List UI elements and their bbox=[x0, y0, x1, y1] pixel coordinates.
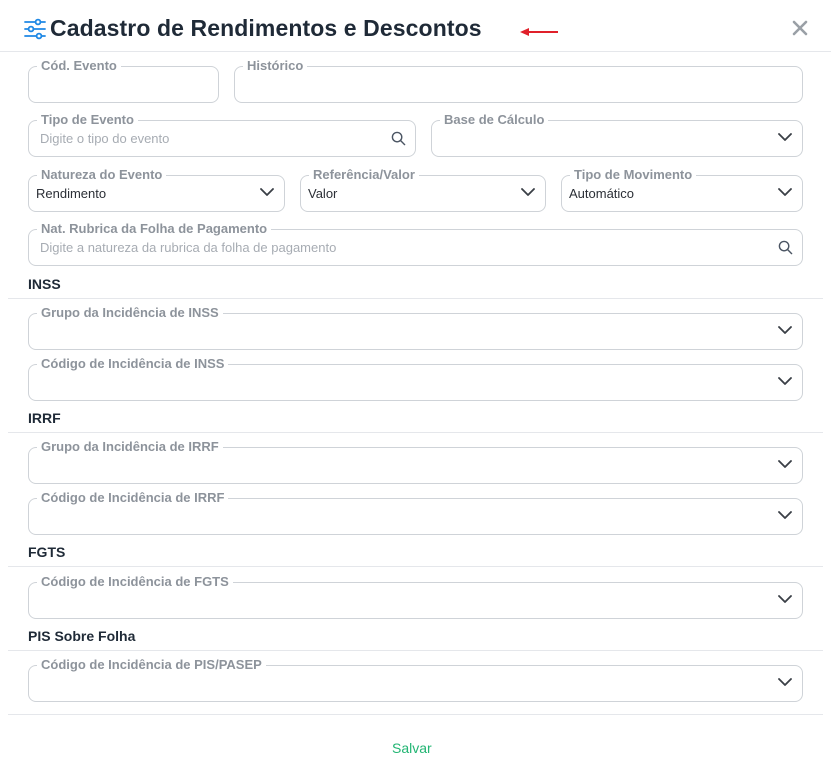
dialog-title: Cadastro de Rendimentos e Descontos bbox=[50, 15, 482, 41]
section-divider bbox=[8, 298, 823, 299]
close-icon[interactable] bbox=[790, 18, 810, 38]
search-icon[interactable] bbox=[391, 131, 406, 146]
codigo-incidencia-fgts-select[interactable]: Código de Incidência de FGTS bbox=[28, 573, 803, 619]
section-title-irrf: IRRF bbox=[28, 410, 61, 426]
red-arrow-icon bbox=[520, 28, 558, 36]
codigo-incidencia-inss-label: Código de Incidência de INSS bbox=[37, 355, 229, 373]
search-icon[interactable] bbox=[778, 240, 793, 255]
footer-divider bbox=[8, 714, 823, 715]
base-calculo-select[interactable]: Base de Cálculo bbox=[431, 111, 803, 157]
codigo-incidencia-irrf-select[interactable]: Código de Incidência de IRRF bbox=[28, 489, 803, 535]
chevron-down-icon bbox=[778, 133, 792, 141]
chevron-down-icon bbox=[778, 678, 792, 686]
codigo-incidencia-fgts-label: Código de Incidência de FGTS bbox=[37, 573, 233, 591]
cod-evento-label: Cód. Evento bbox=[37, 57, 121, 75]
tipo-evento-field[interactable]: Tipo de Evento bbox=[28, 111, 416, 157]
chevron-down-icon bbox=[778, 595, 792, 603]
save-button[interactable]: Salvar bbox=[392, 740, 432, 756]
section-divider bbox=[8, 566, 823, 567]
natureza-evento-value: Rendimento bbox=[36, 186, 107, 201]
codigo-incidencia-pis-label: Código de Incidência de PIS/PASEP bbox=[37, 656, 266, 674]
chevron-down-icon bbox=[260, 188, 274, 196]
chevron-down-icon bbox=[778, 460, 792, 468]
chevron-down-icon bbox=[778, 511, 792, 519]
section-title-inss: INSS bbox=[28, 276, 61, 292]
referencia-valor-select[interactable]: Referência/Valor Valor bbox=[300, 166, 546, 212]
natureza-evento-label: Natureza do Evento bbox=[37, 166, 167, 184]
nat-rubrica-input[interactable] bbox=[40, 240, 659, 255]
sliders-icon bbox=[24, 18, 46, 40]
codigo-incidencia-irrf-label: Código de Incidência de IRRF bbox=[37, 489, 229, 507]
natureza-evento-select[interactable]: Natureza do Evento Rendimento bbox=[28, 166, 285, 212]
cod-evento-field[interactable]: Cód. Evento bbox=[28, 57, 219, 103]
tipo-movimento-value: Automático bbox=[569, 186, 635, 201]
section-title-pis: PIS Sobre Folha bbox=[28, 628, 136, 644]
referencia-valor-label: Referência/Valor bbox=[309, 166, 419, 184]
referencia-valor-value: Valor bbox=[308, 186, 338, 201]
grupo-incidencia-irrf-select[interactable]: Grupo da Incidência de IRRF bbox=[28, 438, 803, 484]
historico-label: Histórico bbox=[243, 57, 308, 75]
nat-rubrica-field[interactable]: Nat. Rubrica da Folha de Pagamento bbox=[28, 220, 803, 266]
chevron-down-icon bbox=[778, 188, 792, 196]
tipo-movimento-select[interactable]: Tipo de Movimento Automático bbox=[561, 166, 803, 212]
historico-field[interactable]: Histórico bbox=[234, 57, 803, 103]
tipo-movimento-label: Tipo de Movimento bbox=[570, 166, 697, 184]
section-divider bbox=[8, 650, 823, 651]
codigo-incidencia-pis-select[interactable]: Código de Incidência de PIS/PASEP bbox=[28, 656, 803, 702]
grupo-incidencia-irrf-label: Grupo da Incidência de IRRF bbox=[37, 438, 223, 456]
tipo-evento-input[interactable] bbox=[40, 131, 349, 146]
dialog-header: Cadastro de Rendimentos e Descontos bbox=[0, 0, 831, 52]
grupo-incidencia-inss-select[interactable]: Grupo da Incidência de INSS bbox=[28, 304, 803, 350]
chevron-down-icon bbox=[778, 377, 792, 385]
chevron-down-icon bbox=[521, 188, 535, 196]
chevron-down-icon bbox=[778, 326, 792, 334]
tipo-evento-label: Tipo de Evento bbox=[37, 111, 138, 129]
section-title-fgts: FGTS bbox=[28, 544, 66, 560]
nat-rubrica-label: Nat. Rubrica da Folha de Pagamento bbox=[37, 220, 272, 238]
base-calculo-label: Base de Cálculo bbox=[440, 111, 549, 129]
section-divider bbox=[8, 432, 823, 433]
codigo-incidencia-inss-select[interactable]: Código de Incidência de INSS bbox=[28, 355, 803, 401]
grupo-incidencia-inss-label: Grupo da Incidência de INSS bbox=[37, 304, 223, 322]
